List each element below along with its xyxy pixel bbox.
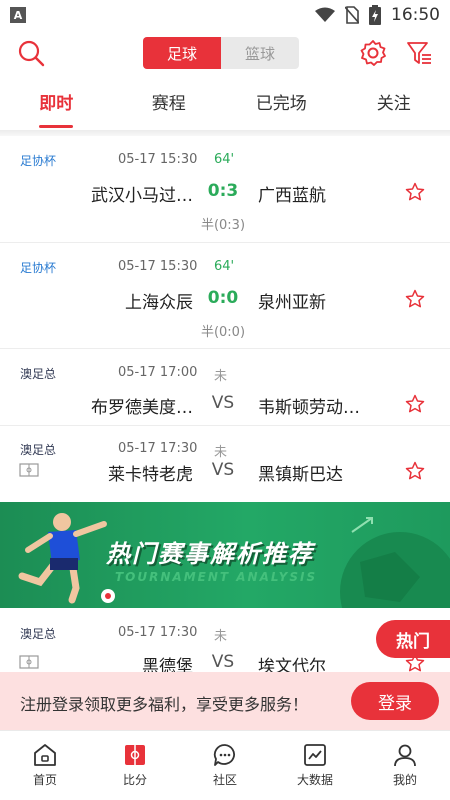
home-team: 上海众辰 [125,293,193,313]
profile-icon [394,744,416,767]
league-label: 足协杯 [20,261,57,275]
match-status: 未 [214,369,228,384]
banner-subtitle: TOURNAMENT ANALYSIS [115,570,318,584]
match-minute: 64' [214,259,235,274]
match-time: 05-17 17:30 [118,625,198,640]
nav-item-profile[interactable]: 我的 [360,731,450,800]
top-header: 足球 篮球 [0,30,450,76]
community-icon [213,744,235,766]
clock: 16:50 [391,5,440,25]
nav-item-bigdata[interactable]: 大数据 [270,731,360,800]
match-time: 05-17 17:30 [118,441,198,456]
away-team: 广西蓝航 [258,186,326,206]
home-icon [34,744,56,766]
no-sim-icon [345,6,359,24]
away-team: 黑镇斯巴达 [258,465,343,485]
nav-label: 比分 [122,773,147,787]
home-team: 武汉小马过… [91,186,193,206]
app-screen: A 16:50 足球 篮球 即时 赛程 已完场 关注 足协杯 05-17 15:… [0,0,450,800]
match-row[interactable]: 足协杯 05-17 15:30 64' 武汉小马过… 0:3 广西蓝航 半(0:… [0,136,450,243]
match-tabs: 即时 赛程 已完场 关注 [0,80,450,130]
login-button[interactable]: 登录 [351,682,439,720]
league-label: 足协杯 [20,154,57,168]
away-team: 韦斯顿劳动… [258,398,360,418]
star-icon[interactable] [405,461,425,481]
match-list: 足协杯 05-17 15:30 64' 武汉小马过… 0:3 广西蓝航 半(0:… [0,136,450,502]
home-team: 布罗德美度… [91,398,193,418]
star-icon[interactable] [405,289,425,309]
match-row[interactable]: 足协杯 05-17 15:30 64' 上海众辰 0:0 泉州亚新 半(0:0) [0,243,450,349]
match-status: 未 [214,629,228,644]
status-bar: A 16:50 [0,0,450,30]
tab-followed[interactable]: 关注 [338,80,450,130]
away-team: 泉州亚新 [258,293,326,313]
league-label: 澳足总 [20,443,57,457]
bottom-nav: 首页 比分 社区 大数据 我的 [0,730,450,800]
match-score: 0:3 [207,181,239,201]
pitch-icon [19,463,39,477]
sport-toggle: 足球 篮球 [143,37,299,69]
tab-schedule[interactable]: 赛程 [113,80,226,130]
match-vs: VS [211,652,235,672]
hot-button[interactable]: 热门 [376,620,450,658]
match-minute: 64' [214,152,235,167]
promo-banner[interactable]: 热门赛事解析推荐 TOURNAMENT ANALYSIS [0,502,450,608]
match-row[interactable]: 澳足总 05-17 17:00 未 布罗德美度… VS 韦斯顿劳动… [0,349,450,426]
star-icon[interactable] [405,182,425,202]
search-icon[interactable] [16,38,46,68]
nav-label: 大数据 [296,773,333,787]
nav-label: 首页 [32,773,57,787]
nav-label: 社区 [212,773,237,787]
half-score: 半(0:0) [200,325,246,340]
gear-icon[interactable] [358,38,388,68]
tab-live[interactable]: 即时 [0,80,113,130]
battery-icon [369,5,381,25]
match-time: 05-17 15:30 [118,152,198,167]
star-icon[interactable] [405,394,425,414]
league-label: 澳足总 [20,627,57,641]
nav-item-home[interactable]: 首页 [0,731,90,800]
banner-title: 热门赛事解析推荐 [106,540,314,568]
tab-finished[interactable]: 已完场 [225,80,338,130]
match-vs: VS [211,393,235,413]
sport-tab-football[interactable]: 足球 [143,37,221,69]
wifi-icon [315,7,335,22]
nav-label: 我的 [392,773,417,787]
filter-icon[interactable] [404,38,434,68]
match-time: 05-17 15:30 [118,259,198,274]
nav-item-community[interactable]: 社区 [180,731,270,800]
chart-icon [304,744,326,766]
nav-item-score[interactable]: 比分 [90,731,180,800]
register-bar: 注册登录领取更多福利，享受更多服务！ 登录 [0,672,450,730]
score-icon [125,745,145,765]
match-time: 05-17 17:00 [118,365,198,380]
half-score: 半(0:3) [200,218,246,233]
pitch-icon [19,655,39,669]
match-row[interactable]: 澳足总 05-17 17:30 未 莱卡特老虎 VS 黑镇斯巴达 [0,426,450,502]
notification-a-icon: A [10,7,26,23]
league-label: 澳足总 [20,367,57,381]
register-text: 注册登录领取更多福利，享受更多服务！ [20,695,309,714]
match-status: 未 [214,445,228,460]
home-team: 莱卡特老虎 [108,465,193,485]
match-score: 0:0 [207,288,239,308]
sport-tab-basketball[interactable]: 篮球 [221,37,299,69]
match-vs: VS [211,460,235,480]
